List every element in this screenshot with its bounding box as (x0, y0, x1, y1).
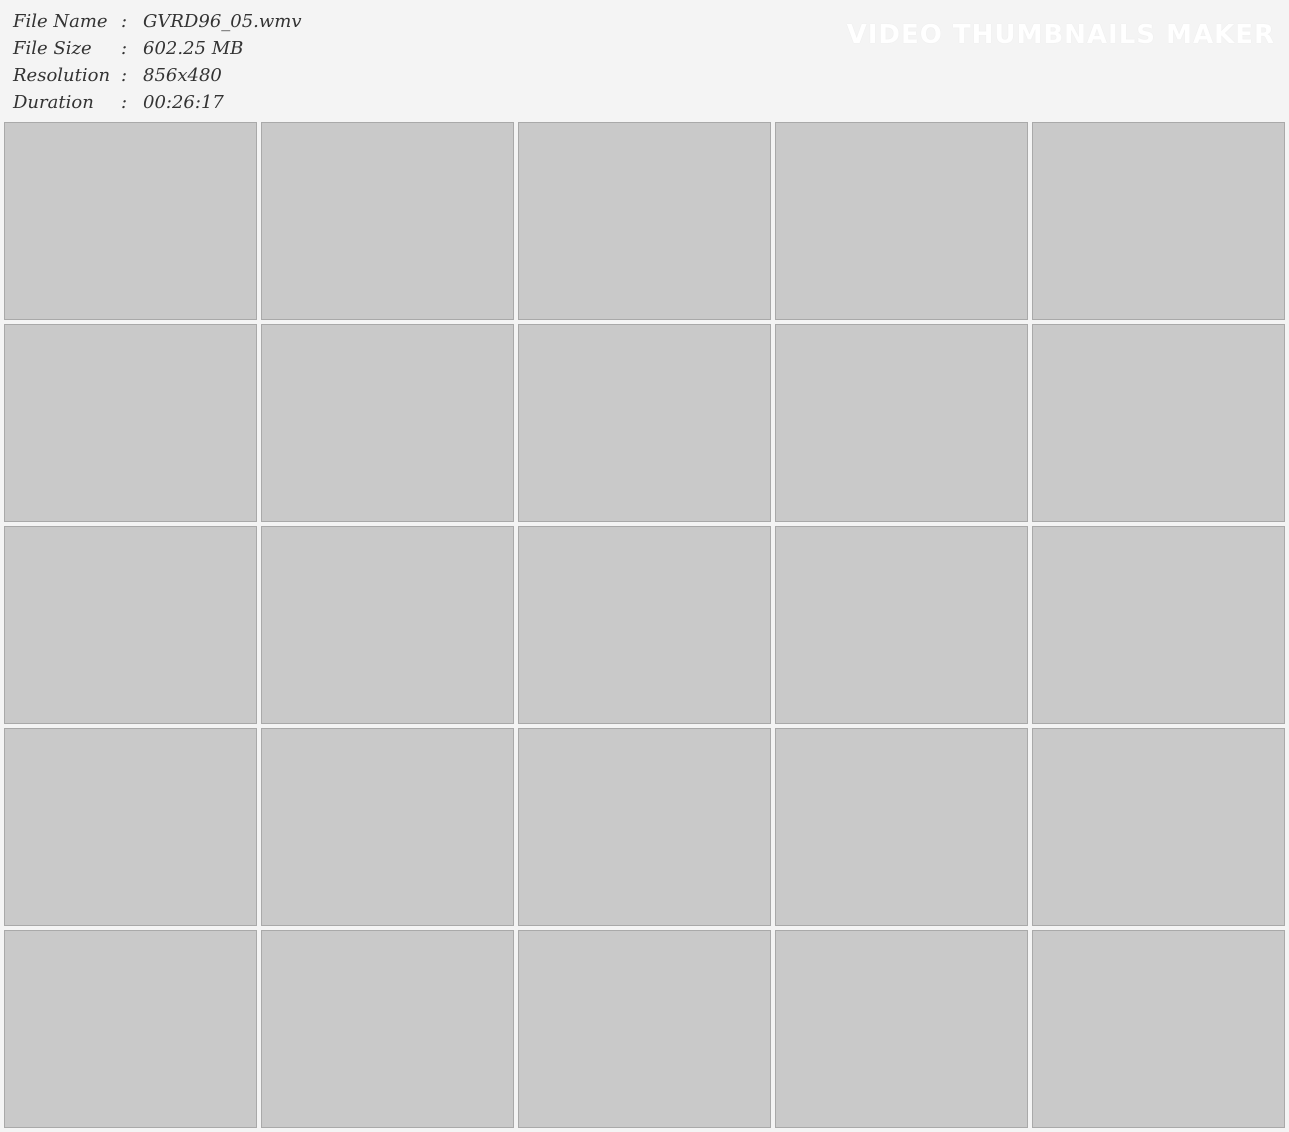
separator: : (121, 38, 128, 59)
thumbnail-placeholder (4, 526, 257, 724)
thumbnail-placeholder (261, 122, 514, 320)
thumbnail-placeholder (4, 324, 257, 522)
resolution-row: Resolution : 856x480 (13, 62, 302, 89)
separator: : (121, 11, 128, 32)
separator: : (121, 92, 128, 113)
file-name-value: GVRD96_05.wmv (143, 11, 302, 32)
resolution-value: 856x480 (143, 65, 222, 86)
thumbnail-placeholder (261, 930, 514, 1128)
thumbnail-placeholder (518, 122, 771, 320)
file-size-value: 602.25 MB (143, 38, 244, 59)
file-info: File Name : GVRD96_05.wmv File Size : 60… (13, 8, 302, 116)
thumbnail-placeholder (775, 930, 1028, 1128)
thumbnail-placeholder (518, 324, 771, 522)
thumbnail-placeholder (1032, 728, 1285, 926)
thumbnail-placeholder (775, 122, 1028, 320)
thumbnail-grid (4, 122, 1285, 1128)
thumbnail-placeholder (1032, 122, 1285, 320)
file-size-label: File Size (13, 38, 92, 59)
file-name-row: File Name : GVRD96_05.wmv (13, 8, 302, 35)
duration-row: Duration : 00:26:17 (13, 89, 302, 116)
duration-label: Duration (13, 92, 94, 113)
thumbnail-placeholder (518, 526, 771, 724)
thumbnail-placeholder (518, 930, 771, 1128)
separator: : (121, 65, 128, 86)
file-name-label: File Name (13, 11, 108, 32)
watermark: VIDEO THUMBNAILS MAKER (846, 20, 1275, 50)
thumbnail-placeholder (1032, 324, 1285, 522)
thumbnail-placeholder (4, 930, 257, 1128)
thumbnail-placeholder (518, 728, 771, 926)
thumbnail-placeholder (775, 728, 1028, 926)
thumbnail-placeholder (1032, 930, 1285, 1128)
thumbnail-placeholder (261, 728, 514, 926)
thumbnail-placeholder (261, 526, 514, 724)
thumbnail-placeholder (4, 122, 257, 320)
header: File Name : GVRD96_05.wmv File Size : 60… (0, 0, 1289, 118)
file-size-row: File Size : 602.25 MB (13, 35, 302, 62)
thumbnail-placeholder (775, 324, 1028, 522)
thumbnail-placeholder (261, 324, 514, 522)
resolution-label: Resolution (13, 65, 111, 86)
thumbnail-placeholder (1032, 526, 1285, 724)
thumbnail-placeholder (4, 728, 257, 926)
thumbnail-placeholder (775, 526, 1028, 724)
duration-value: 00:26:17 (143, 92, 224, 113)
